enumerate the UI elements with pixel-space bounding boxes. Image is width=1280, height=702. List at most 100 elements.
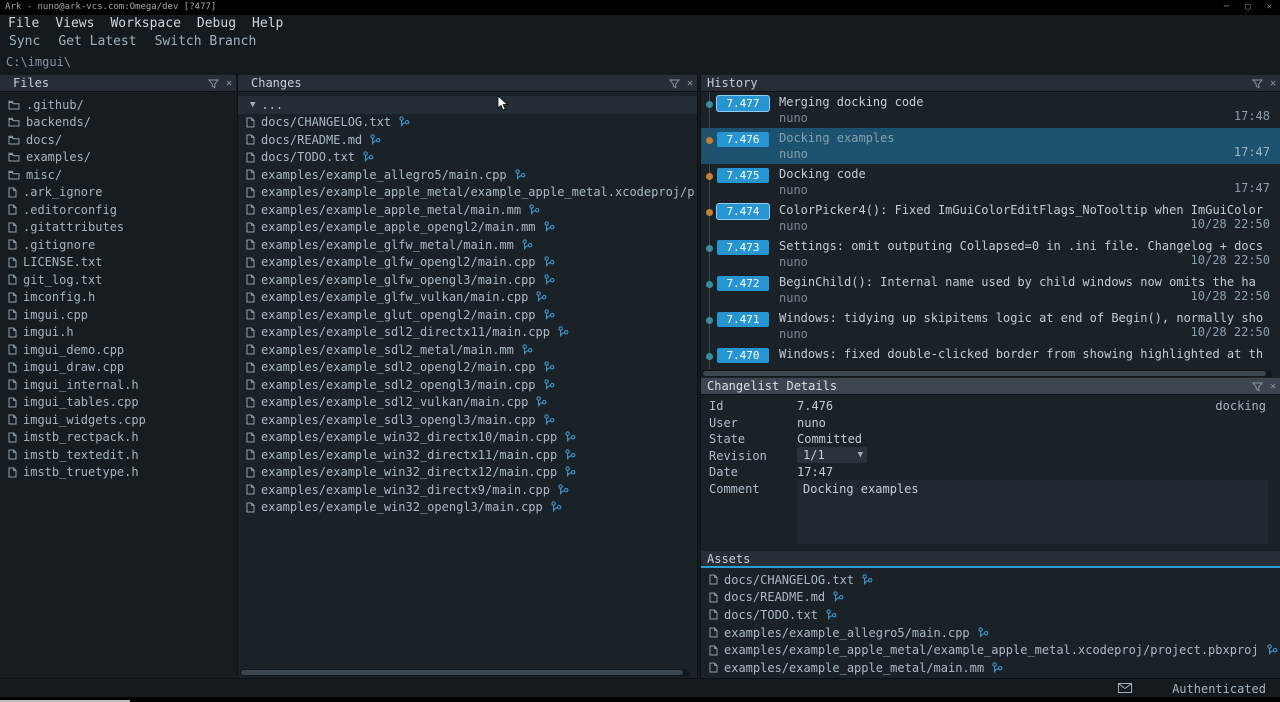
changed-file-row[interactable]: docs/TODO.txt — [238, 149, 697, 167]
history-horizontal-scrollbar[interactable] — [702, 370, 1272, 377]
asset-row[interactable]: examples/example_apple_metal/main.mm — [701, 659, 1280, 677]
file-name: .ark_ignore — [23, 185, 102, 199]
changed-file-row[interactable]: examples/example_win32_directx10/main.cp… — [238, 429, 697, 447]
changes-root-row[interactable]: ▼ ... — [238, 96, 697, 114]
changed-file-row[interactable]: examples/example_apple_metal/example_app… — [238, 184, 697, 202]
file-tree-item[interactable]: docs/ — [0, 131, 236, 149]
collapse-triangle-icon[interactable]: ▼ — [250, 100, 255, 110]
toolbar-button-sync[interactable]: Sync — [0, 33, 49, 51]
file-tree-item[interactable]: imgui_widgets.cpp — [0, 411, 236, 429]
history-item[interactable]: 7.477 Merging docking code nuno 17:48 — [701, 92, 1280, 128]
close-icon[interactable]: ✕ — [1270, 378, 1276, 395]
changed-file-row[interactable]: examples/example_glfw_metal/main.mm — [238, 236, 697, 254]
file-tree-item[interactable]: imconfig.h — [0, 289, 236, 307]
file-tree-item[interactable]: .gitignore — [0, 236, 236, 254]
changed-file-row[interactable]: examples/example_glfw_opengl2/main.cpp — [238, 254, 697, 272]
file-tree-item[interactable]: .editorconfig — [0, 201, 236, 219]
file-tree-item[interactable]: .github/ — [0, 96, 236, 114]
changed-file-row[interactable]: examples/example_win32_opengl3/main.cpp — [238, 499, 697, 517]
file-icon — [8, 432, 17, 443]
file-icon — [8, 344, 17, 355]
window-title: Ark - nuno@ark-vcs.com:Omega/dev [?477] — [5, 2, 216, 12]
file-tree-item[interactable]: imgui_draw.cpp — [0, 359, 236, 377]
close-icon[interactable]: ✕ — [1270, 75, 1276, 92]
close-button[interactable]: ✕ — [1267, 0, 1272, 15]
close-icon[interactable]: ✕ — [226, 75, 232, 92]
asset-row[interactable]: docs/CHANGELOG.txt — [701, 571, 1280, 589]
history-item[interactable]: 7.470 Windows: fixed double-clicked bord… — [701, 344, 1280, 369]
file-tree-item[interactable]: backends/ — [0, 114, 236, 132]
file-tree-item[interactable]: .ark_ignore — [0, 184, 236, 202]
changed-file-row[interactable]: examples/example_glfw_vulkan/main.cpp — [238, 289, 697, 307]
history-item[interactable]: 7.475 Docking code nuno 17:47 — [701, 164, 1280, 200]
changed-file-row[interactable]: examples/example_apple_opengl2/main.mm — [238, 219, 697, 237]
minimize-button[interactable]: ─ — [1224, 0, 1229, 15]
close-icon[interactable]: ✕ — [687, 75, 693, 92]
menu-item-views[interactable]: Views — [47, 15, 102, 32]
scrollbar-thumb[interactable] — [703, 371, 1266, 376]
file-tree-item[interactable]: imgui_tables.cpp — [0, 394, 236, 412]
changed-file-row[interactable]: docs/README.md — [238, 131, 697, 149]
file-tree-item[interactable]: imstb_textedit.h — [0, 446, 236, 464]
toolbar-button-switch-branch[interactable]: Switch Branch — [146, 33, 266, 51]
mail-icon[interactable] — [1118, 682, 1132, 696]
file-tree-item[interactable]: .gitattributes — [0, 219, 236, 237]
history-item[interactable]: 7.472 BeginChild(): Internal name used b… — [701, 272, 1280, 308]
changed-file-row[interactable]: examples/example_glfw_opengl3/main.cpp — [238, 271, 697, 289]
file-tree-item[interactable]: imgui_demo.cpp — [0, 341, 236, 359]
changed-file-row[interactable]: examples/example_win32_directx11/main.cp… — [238, 446, 697, 464]
file-tree-item[interactable]: misc/ — [0, 166, 236, 184]
history-item[interactable]: 7.471 Windows: tidying up skipitems logi… — [701, 308, 1280, 344]
file-tree-item[interactable]: imstb_truetype.h — [0, 464, 236, 482]
file-tree-item[interactable]: imgui.cpp — [0, 306, 236, 324]
branch-icon — [544, 274, 555, 286]
revision-dropdown[interactable]: 1/1 ▼ — [797, 447, 867, 463]
filter-icon[interactable] — [669, 79, 680, 89]
changed-file-row[interactable]: examples/example_sdl2_opengl2/main.cpp — [238, 359, 697, 377]
maximize-button[interactable]: ▢ — [1245, 0, 1250, 15]
file-tree-item[interactable]: examples/ — [0, 149, 236, 167]
changes-horizontal-scrollbar[interactable] — [240, 669, 689, 676]
changed-file-row[interactable]: examples/example_sdl2_metal/main.mm — [238, 341, 697, 359]
scrollbar-thumb[interactable] — [241, 670, 683, 675]
changed-file-row[interactable]: examples/example_sdl3_opengl3/main.cpp — [238, 411, 697, 429]
asset-row[interactable]: examples/example_allegro5/main.cpp — [701, 624, 1280, 642]
changed-file-row[interactable]: examples/example_sdl2_vulkan/main.cpp — [238, 394, 697, 412]
file-name: git_log.txt — [23, 273, 102, 287]
filter-icon[interactable] — [1252, 382, 1263, 392]
changed-file-row[interactable]: examples/example_win32_directx9/main.cpp — [238, 481, 697, 499]
asset-row[interactable]: docs/TODO.txt — [701, 606, 1280, 624]
file-name: imgui_internal.h — [23, 378, 139, 392]
file-tree-item[interactable]: imgui_internal.h — [0, 376, 236, 394]
changed-file-row[interactable]: examples/example_apple_metal/main.mm — [238, 201, 697, 219]
menu-item-file[interactable]: File — [0, 15, 47, 32]
filter-icon[interactable] — [1252, 79, 1263, 89]
menu-item-workspace[interactable]: Workspace — [102, 15, 188, 32]
field-label-id: Id — [709, 399, 723, 413]
file-tree-item[interactable]: git_log.txt — [0, 271, 236, 289]
comment-textarea[interactable]: Docking examples — [797, 480, 1268, 544]
changed-file-row[interactable]: docs/CHANGELOG.txt — [238, 114, 697, 132]
file-tree-item[interactable]: LICENSE.txt — [0, 254, 236, 272]
history-item[interactable]: 7.473 Settings: omit outputing Collapsed… — [701, 236, 1280, 272]
changed-file-row[interactable]: examples/example_allegro5/main.cpp — [238, 166, 697, 184]
changed-file-path: examples/example_glfw_opengl3/main.cpp — [261, 273, 536, 287]
changed-file-row[interactable]: examples/example_sdl2_opengl3/main.cpp — [238, 376, 697, 394]
branch-icon — [522, 239, 533, 251]
filter-icon[interactable] — [208, 79, 219, 89]
file-icon — [246, 134, 255, 145]
file-tree-item[interactable]: imgui.h — [0, 324, 236, 342]
changed-file-row[interactable]: examples/example_glut_opengl2/main.cpp — [238, 306, 697, 324]
toolbar-button-get-latest[interactable]: Get Latest — [49, 33, 145, 51]
file-name: docs/ — [26, 133, 62, 147]
file-tree-item[interactable]: imstb_rectpack.h — [0, 429, 236, 447]
asset-row[interactable]: examples/example_apple_metal/example_app… — [701, 641, 1280, 659]
changed-file-row[interactable]: examples/example_sdl2_directx11/main.cpp — [238, 324, 697, 342]
menu-item-debug[interactable]: Debug — [189, 15, 244, 32]
asset-row[interactable]: docs/README.md — [701, 589, 1280, 607]
changed-file-row[interactable]: examples/example_win32_directx12/main.cp… — [238, 464, 697, 482]
history-item[interactable]: 7.476 Docking examples nuno 17:47 — [701, 128, 1280, 164]
changeset-author: nuno — [779, 147, 808, 161]
menu-item-help[interactable]: Help — [244, 15, 291, 32]
history-item[interactable]: 7.474 ColorPicker4(): Fixed ImGuiColorEd… — [701, 200, 1280, 236]
